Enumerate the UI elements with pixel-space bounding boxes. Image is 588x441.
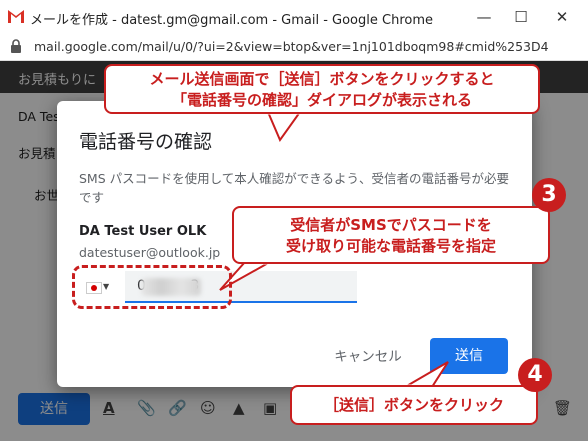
callout-click-send: ［送信］ボタンをクリック <box>290 385 538 425</box>
step-4-badge: 4 <box>518 358 552 392</box>
callout2-line1: 受信者がSMSでパスコードを <box>290 216 492 234</box>
phone-highlight-box <box>72 265 232 309</box>
callout1-line2: 「電話番号の確認」ダイアログが表示される <box>171 91 472 109</box>
step-3-badge: 3 <box>532 178 566 212</box>
callout-phone-number: 受信者がSMSでパスコードを 受け取り可能な電話番号を指定 <box>232 206 550 264</box>
callout-dialog-shown: メール送信画面で［送信］ボタンをクリックすると 「電話番号の確認」ダイアログが表… <box>104 64 540 114</box>
callout2-line2: 受け取り可能な電話番号を指定 <box>285 237 496 255</box>
callout1-line1: メール送信画面で［送信］ボタンをクリックすると <box>149 70 495 88</box>
